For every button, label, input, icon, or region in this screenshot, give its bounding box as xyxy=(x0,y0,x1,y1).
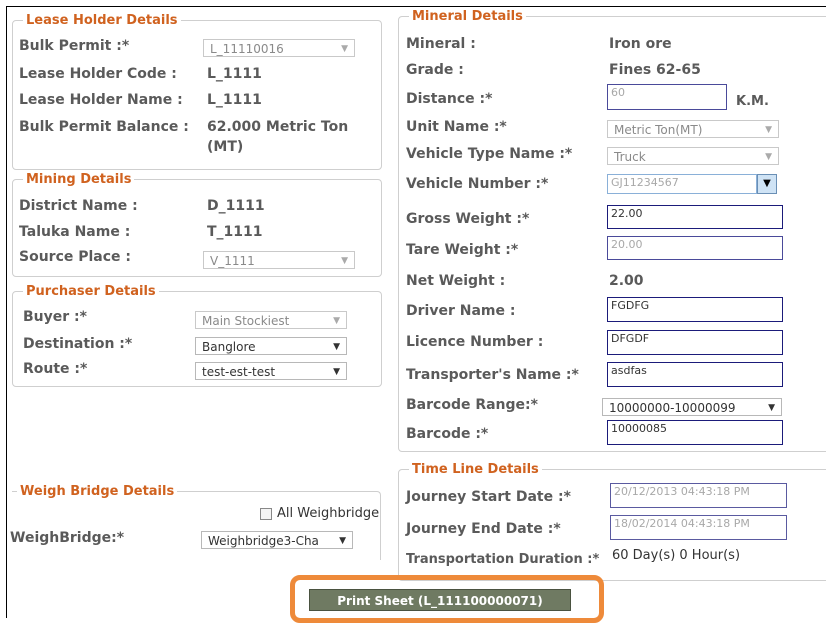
transporter-name-label: Transporter's Name :* xyxy=(406,367,579,383)
purchaser-legend: Purchaser Details xyxy=(23,284,159,299)
barcode-input[interactable]: 10000085 xyxy=(607,420,783,445)
bulk-permit-select[interactable]: L_11110016 ▼ xyxy=(203,39,355,57)
distance-label: Distance :* xyxy=(406,91,493,107)
journey-end-label: Journey End Date :* xyxy=(406,521,561,537)
lease-holder-code-value: L_1111 xyxy=(207,66,262,82)
vehicle-number-combobox[interactable]: GJ11234567 xyxy=(607,174,757,194)
chevron-down-icon: ▼ xyxy=(333,367,340,377)
mineral-legend: Mineral Details xyxy=(409,9,526,24)
chevron-down-icon: ▼ xyxy=(341,44,348,54)
window-left-border xyxy=(6,6,7,618)
lease-holder-name-value: L_1111 xyxy=(207,92,262,108)
route-label: Route :* xyxy=(23,361,88,377)
all-weighbridge-label: All Weighbridge xyxy=(277,506,380,521)
tare-weight-input[interactable]: 20.00 xyxy=(607,236,783,260)
vehicle-type-value: Truck xyxy=(614,150,646,164)
weigh-bridge-fieldset: Weigh Bridge Details xyxy=(12,484,381,560)
mineral-label: Mineral : xyxy=(406,36,476,52)
chevron-down-icon: ▼ xyxy=(339,536,346,546)
lease-holder-legend: Lease Holder Details xyxy=(23,13,181,28)
net-weight-label: Net Weight : xyxy=(406,273,506,289)
chevron-down-icon: ▼ xyxy=(333,316,340,326)
bulk-permit-value: L_11110016 xyxy=(210,42,284,56)
source-place-label: Source Place : xyxy=(19,249,132,265)
lease-holder-code-label: Lease Holder Code : xyxy=(19,66,177,82)
mineral-value: Iron ore xyxy=(609,36,672,52)
weighbridge-label: WeighBridge:* xyxy=(10,530,125,546)
chevron-down-icon: ▼ xyxy=(768,403,775,413)
vehicle-type-label: Vehicle Type Name :* xyxy=(406,146,573,162)
destination-select[interactable]: Banglore ▼ xyxy=(195,337,347,355)
buyer-label: Buyer :* xyxy=(23,309,87,325)
licence-number-label: Licence Number : xyxy=(406,334,544,350)
lease-holder-name-label: Lease Holder Name : xyxy=(19,92,183,108)
barcode-range-label: Barcode Range:* xyxy=(406,397,538,413)
chevron-down-icon: ▼ xyxy=(333,342,340,352)
triangle-down-icon: ▼ xyxy=(763,178,771,189)
destination-value: Banglore xyxy=(202,340,256,354)
district-value: D_1111 xyxy=(207,198,265,214)
journey-start-input[interactable]: 20/12/2013 04:43:18 PM xyxy=(610,483,787,508)
chevron-down-icon: ▼ xyxy=(341,256,348,266)
weighbridge-select[interactable]: Weighbridge3-Cha ▼ xyxy=(201,531,353,549)
weighbridge-value: Weighbridge3-Cha xyxy=(208,534,319,548)
driver-name-input[interactable]: FGDFG xyxy=(607,297,783,322)
transporter-name-input[interactable]: asdfas xyxy=(607,362,783,387)
route-value: test-est-test xyxy=(202,365,276,379)
transportation-duration-label: Transportation Duration :* xyxy=(406,552,600,567)
vehicle-number-dropdown-button[interactable]: ▼ xyxy=(757,174,777,194)
tare-weight-label: Tare Weight :* xyxy=(406,242,519,258)
driver-name-label: Driver Name : xyxy=(406,303,516,319)
grade-label: Grade : xyxy=(406,62,464,78)
timeline-legend: Time Line Details xyxy=(409,462,542,477)
gross-weight-input[interactable]: 22.00 xyxy=(607,205,783,229)
destination-label: Destination :* xyxy=(23,336,133,352)
all-weighbridge-checkbox[interactable] xyxy=(260,508,272,520)
route-select[interactable]: test-est-test ▼ xyxy=(195,362,347,380)
chevron-down-icon: ▼ xyxy=(765,152,772,162)
taluka-value: T_1111 xyxy=(207,224,263,240)
journey-end-input[interactable]: 18/02/2014 04:43:18 PM xyxy=(610,515,787,540)
distance-unit: K.M. xyxy=(736,94,769,109)
barcode-range-select[interactable]: 10000000-10000099 ▼ xyxy=(602,398,782,416)
unit-name-label: Unit Name :* xyxy=(406,119,507,135)
source-place-select[interactable]: V_1111 ▼ xyxy=(203,251,355,269)
bulk-permit-label: Bulk Permit :* xyxy=(19,38,130,54)
licence-number-input[interactable]: DFGDF xyxy=(607,330,783,355)
grade-value: Fines 62-65 xyxy=(609,62,701,78)
bulk-permit-balance-label: Bulk Permit Balance : xyxy=(19,119,189,135)
chevron-down-icon: ▼ xyxy=(765,125,772,135)
buyer-select[interactable]: Main Stockiest ▼ xyxy=(195,311,347,329)
vehicle-number-label: Vehicle Number :* xyxy=(406,176,549,192)
mining-legend: Mining Details xyxy=(23,172,135,187)
journey-start-label: Journey Start Date :* xyxy=(406,489,571,505)
barcode-label: Barcode :* xyxy=(406,426,489,442)
bulk-permit-balance-unit: (MT) xyxy=(207,139,244,155)
source-place-value: V_1111 xyxy=(210,254,255,268)
unit-name-value: Metric Ton(MT) xyxy=(614,123,703,137)
net-weight-value: 2.00 xyxy=(609,273,644,289)
barcode-range-value: 10000000-10000099 xyxy=(609,401,736,415)
weigh-bridge-legend: Weigh Bridge Details xyxy=(17,484,178,499)
distance-input[interactable]: 60 xyxy=(607,84,727,110)
unit-name-select[interactable]: Metric Ton(MT) ▼ xyxy=(607,120,779,138)
bulk-permit-balance-value: 62.000 Metric Ton xyxy=(207,119,349,135)
window-top-border xyxy=(6,6,826,7)
buyer-value: Main Stockiest xyxy=(202,314,290,328)
print-sheet-button[interactable]: Print Sheet (L_111100000071) xyxy=(309,589,571,611)
transportation-duration-value: 60 Day(s) 0 Hour(s) xyxy=(612,548,741,563)
taluka-label: Taluka Name : xyxy=(19,224,131,240)
district-label: District Name : xyxy=(19,198,138,214)
gross-weight-label: Gross Weight :* xyxy=(406,211,530,227)
vehicle-type-select[interactable]: Truck ▼ xyxy=(607,147,779,165)
